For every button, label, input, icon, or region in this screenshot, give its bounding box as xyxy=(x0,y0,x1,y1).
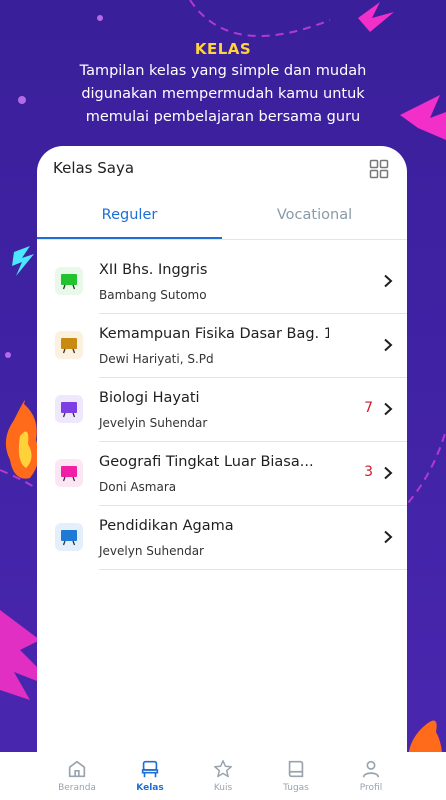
class-teacher: Doni Asmara xyxy=(99,480,177,494)
class-teacher: Bambang Sutomo xyxy=(99,288,207,302)
class-title: Geografi Tingkat Luar Biasa... xyxy=(99,454,314,470)
nav-item-kelas[interactable]: Kelas xyxy=(113,758,187,793)
class-board-icon xyxy=(55,459,83,487)
divider xyxy=(99,569,407,570)
nav-item-kuis[interactable]: Kuis xyxy=(186,758,260,793)
nav-label-beranda: Beranda xyxy=(58,783,96,793)
class-list-item[interactable]: XII Bhs. Inggris Bambang Sutomo xyxy=(37,250,407,314)
tab-vocational[interactable]: Vocational xyxy=(222,198,407,240)
nav-label-tugas: Tugas xyxy=(283,783,309,793)
class-list: XII Bhs. Inggris Bambang Sutomo Kemampuan … xyxy=(37,250,407,570)
phone-screen: Kelas Saya Reguler Vocational XII Bhs. I… xyxy=(37,146,407,800)
hero-title: KELAS xyxy=(194,40,252,58)
class-board-icon xyxy=(55,331,83,359)
class-board-icon xyxy=(55,523,83,551)
home-icon xyxy=(68,760,86,778)
hero-description: Tampilan kelas yang simple dan mudah dig… xyxy=(79,63,367,125)
app-header: Kelas Saya xyxy=(37,146,407,190)
class-teacher: Jevelyin Suhendar xyxy=(99,416,208,430)
tab-reguler[interactable]: Reguler xyxy=(37,198,222,240)
user-icon xyxy=(362,760,380,778)
class-title: Kemampuan Fisika Dasar Bag. 1 xyxy=(99,326,329,342)
class-teacher: Jevelyn Suhendar xyxy=(99,544,204,558)
page-title: Kelas Saya xyxy=(53,159,135,177)
book-icon xyxy=(288,760,304,778)
chevron-right-icon xyxy=(384,530,393,544)
class-list-item[interactable]: Kemampuan Fisika Dasar Bag. 1 Dewi Hariya… xyxy=(37,314,407,378)
nav-item-profil[interactable]: Profil xyxy=(334,758,408,793)
nav-label-kuis: Kuis xyxy=(213,783,233,793)
chevron-right-icon xyxy=(384,338,393,352)
chair-icon xyxy=(141,760,159,778)
nav-label-kelas: Kelas xyxy=(136,783,164,793)
nav-item-tugas[interactable]: Tugas xyxy=(259,758,333,793)
class-list-item[interactable]: Geografi Tingkat Luar Biasa... Doni Asmar… xyxy=(37,442,407,506)
hero: KELAS Tampilan kelas yang simple dan mud… xyxy=(0,40,446,129)
nav-item-beranda[interactable]: Beranda xyxy=(40,758,114,793)
star-icon xyxy=(214,760,232,778)
active-tab-indicator xyxy=(37,237,222,239)
notification-count: 7 xyxy=(364,400,373,416)
class-title: Pendidikan Agama xyxy=(99,518,234,534)
class-tabs: Reguler Vocational xyxy=(37,198,407,240)
class-board-icon xyxy=(55,267,83,295)
chevron-right-icon xyxy=(384,402,393,416)
class-list-item[interactable]: Biologi Hayati Jevelyin Suhendar 7 xyxy=(37,378,407,442)
class-title: Biologi Hayati xyxy=(99,390,200,406)
nav-label-profil: Profil xyxy=(359,783,383,793)
grid-icon[interactable] xyxy=(369,159,389,179)
chevron-right-icon xyxy=(384,274,393,288)
class-teacher: Dewi Hariyati, S.Pd xyxy=(99,352,214,366)
class-title: XII Bhs. Inggris xyxy=(99,262,208,278)
class-board-icon xyxy=(55,395,83,423)
notification-count: 3 xyxy=(364,464,373,480)
bottom-navigation: Beranda Kelas Kuis Tugas Profil xyxy=(0,752,446,800)
class-list-item[interactable]: Pendidikan Agama Jevelyn Suhendar xyxy=(37,506,407,570)
chevron-right-icon xyxy=(384,466,393,480)
